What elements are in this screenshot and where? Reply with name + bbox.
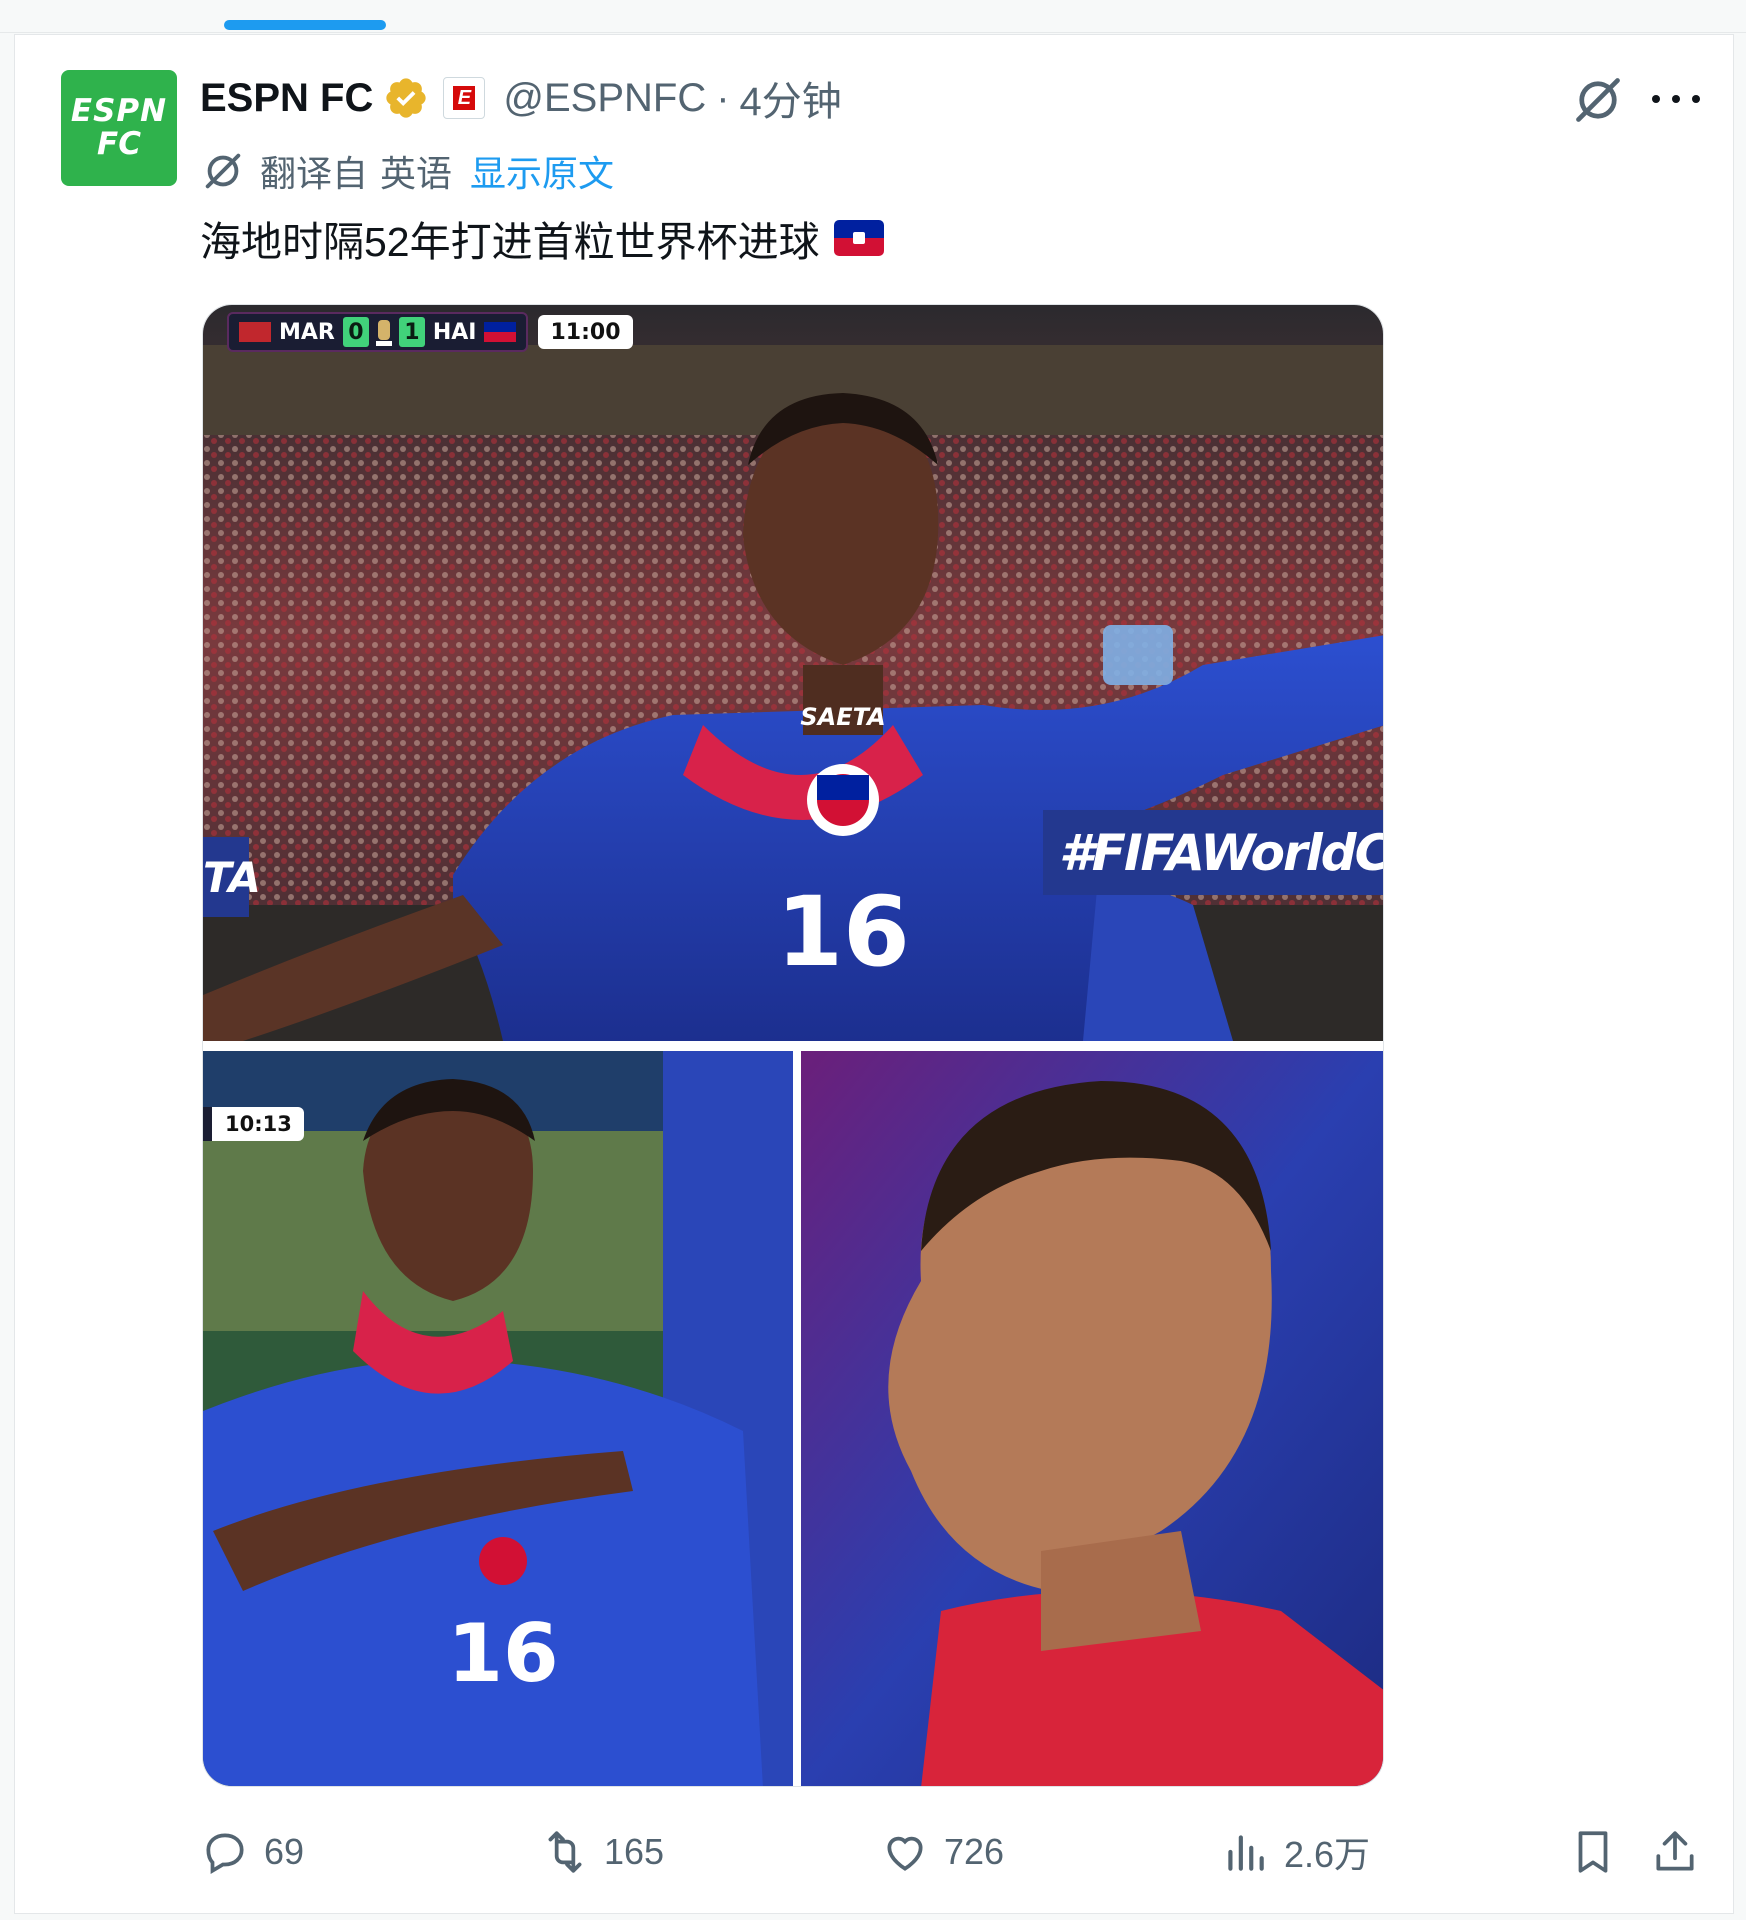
media-grid[interactable]: SAETA 16 MAR 0 1 HAI 11:00 #FIFAWorldCup…: [202, 304, 1384, 1787]
avatar[interactable]: ESPN FC: [61, 70, 177, 186]
author-handle[interactable]: @ESPNFC: [503, 76, 706, 121]
haiti-flag-icon: [833, 220, 884, 256]
like-icon: [887, 1836, 923, 1871]
morocco-flag-icon: [239, 322, 271, 342]
action-bar: 69 165 726 2.6万: [200, 1822, 1700, 1882]
match-clock-secondary: 10:13: [203, 1107, 304, 1141]
jersey-number-bottom: 16: [447, 1607, 558, 1700]
match-clock: 11:00: [538, 315, 633, 349]
avatar-text-fc: FC: [97, 126, 141, 162]
show-original-link[interactable]: 显示原文: [470, 145, 614, 197]
translate-icon: [205, 153, 241, 189]
jersey-sponsor: SAETA: [800, 703, 885, 731]
bookmark-button[interactable]: [1568, 1822, 1618, 1882]
haiti-flag-small-icon: [484, 322, 517, 342]
media-image-opponent-closeup[interactable]: [801, 1051, 1383, 1786]
like-count: 726: [944, 1831, 1005, 1872]
media-image-player-closeup[interactable]: 16 10:13: [203, 1051, 793, 1786]
avatar-text-espn: ESPN: [70, 93, 168, 129]
like-button[interactable]: 726: [880, 1822, 1004, 1882]
tweet-body: 海地时隔52年打进首粒世界杯进球: [200, 219, 820, 265]
views-count: 2.6万: [1284, 1834, 1371, 1875]
active-tab-indicator: [224, 20, 386, 30]
stadium-banner-left: TA: [203, 837, 261, 917]
affiliate-badge[interactable]: E: [443, 77, 486, 119]
browser-tab-strip: [0, 0, 1746, 33]
reply-icon: [206, 1833, 244, 1875]
jersey-number-top: 16: [776, 876, 910, 988]
views-button[interactable]: 2.6万: [1220, 1822, 1370, 1882]
media-image-celebration[interactable]: SAETA 16 MAR 0 1 HAI 11:00 #FIFAWorldCup…: [203, 305, 1383, 1041]
repost-button[interactable]: 165: [540, 1822, 664, 1882]
translated-from-label: 翻译自: [260, 153, 369, 194]
separator-dot: ·: [716, 75, 730, 120]
translated-language: 英语: [380, 153, 453, 194]
post-time[interactable]: 4分钟: [740, 69, 842, 127]
score-away: 1: [398, 317, 425, 347]
team-home: MAR: [279, 319, 335, 345]
share-button[interactable]: [1650, 1822, 1700, 1882]
share-icon: [1656, 1831, 1694, 1871]
repost-count: 165: [604, 1831, 665, 1872]
more-icon[interactable]: [1652, 84, 1700, 114]
trophy-icon: [375, 320, 392, 346]
verified-gold-icon: [386, 78, 427, 118]
author-name[interactable]: ESPN FC: [200, 76, 373, 121]
reply-button[interactable]: 69: [200, 1822, 304, 1882]
views-icon: [1228, 1835, 1264, 1871]
translation-notice: 翻译自 英语 显示原文: [200, 148, 614, 194]
repost-icon: [548, 1831, 582, 1873]
post-header: ESPN FC E @ESPNFC · 4分钟: [200, 70, 842, 126]
reply-count: 69: [264, 1831, 305, 1872]
team-away: HAI: [432, 319, 477, 345]
grok-icon[interactable]: [1572, 74, 1624, 126]
bookmark-icon: [1578, 1831, 1608, 1873]
scorebug: MAR 0 1 HAI 11:00: [227, 312, 633, 352]
world-cup-banner: #FIFAWorldCup: [1043, 810, 1383, 895]
tweet-text: 海地时隔52年打进首粒世界杯进球: [200, 210, 884, 266]
score-home: 0: [342, 317, 369, 347]
